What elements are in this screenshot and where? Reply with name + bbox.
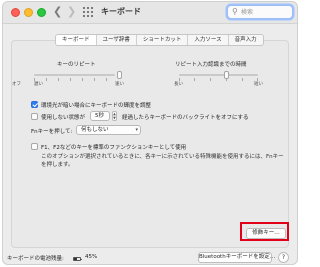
minimize-window-button[interactable] bbox=[24, 8, 33, 17]
fn-key-label: Fnキーを押して: bbox=[31, 129, 73, 135]
adjust-brightness-checkbox[interactable] bbox=[31, 101, 38, 108]
function-keys-checkbox[interactable] bbox=[31, 143, 38, 150]
search-icon: ⚲ bbox=[232, 7, 238, 16]
tab-keyboard[interactable]: キーボード bbox=[56, 35, 97, 45]
key-repeat-tick bbox=[82, 78, 83, 81]
key-repeat-tick bbox=[58, 78, 59, 81]
repeat-delay-slider[interactable] bbox=[179, 74, 258, 76]
function-keys-description-line-1: このオプションが選択されているときに、各キーに示されている特殊機能を使用するには… bbox=[41, 154, 284, 160]
close-window-button[interactable] bbox=[11, 8, 20, 17]
repeat-delay-title: リピート入力認識までの時間 bbox=[175, 62, 247, 68]
backlight-duration-stepper[interactable]: ▲ ▼ bbox=[112, 111, 117, 121]
window-title: キーボード bbox=[101, 7, 141, 16]
repeat-delay-scale-short: 短い bbox=[254, 82, 263, 87]
battery-label: キーボードの電池残量: bbox=[7, 256, 64, 262]
search-input[interactable] bbox=[241, 7, 289, 17]
battery-icon bbox=[73, 257, 82, 261]
chevron-down-icon: ▾ bbox=[135, 127, 138, 133]
key-repeat-tick bbox=[70, 78, 71, 81]
title-bar: ❮ ❯ キーボード ⚲ bbox=[3, 2, 297, 24]
back-chevron-icon[interactable]: ❮ bbox=[53, 5, 62, 19]
bluetooth-keyboard-setup-button[interactable]: Bluetoothキーボードを設定… bbox=[198, 252, 275, 263]
tab-shortcuts[interactable]: ショートカット bbox=[137, 35, 189, 45]
key-repeat-scale-fast: 速い bbox=[115, 82, 124, 87]
forward-chevron-icon[interactable]: ❯ bbox=[67, 5, 76, 19]
settings-pane: キーのリピート オフ 遅い 速い リピート入力認識までの時間 長い 短い 環境光… bbox=[11, 40, 289, 248]
tab-input-sources[interactable]: 入力ソース bbox=[188, 35, 229, 45]
key-repeat-tick bbox=[46, 78, 47, 81]
search-field[interactable]: ⚲ bbox=[227, 5, 293, 19]
repeat-delay-slider-knob[interactable] bbox=[224, 71, 229, 79]
battery-level: 45% bbox=[85, 254, 98, 260]
modifier-keys-highlight-box bbox=[240, 222, 289, 241]
key-repeat-scale-slow: 遅い bbox=[34, 82, 43, 87]
backlight-duration-value: 5秒 bbox=[95, 113, 104, 119]
show-all-grid-icon[interactable] bbox=[83, 7, 94, 18]
key-repeat-tick bbox=[106, 78, 107, 81]
function-keys-label: F1、F2などのキーを標準のファンクションキーとして使用 bbox=[41, 145, 187, 151]
repeat-delay-scale-long: 長い bbox=[174, 82, 183, 87]
key-repeat-slider-knob[interactable] bbox=[117, 71, 122, 79]
backlight-off-label-before: 使用しない状態が bbox=[41, 115, 86, 121]
repeat-delay-tick bbox=[210, 78, 211, 81]
backlight-off-checkbox[interactable] bbox=[31, 113, 38, 120]
fn-key-select[interactable]: 何もしない ▾ bbox=[76, 125, 141, 135]
tab-user-dictionary[interactable]: ユーザ辞書 bbox=[97, 35, 137, 45]
repeat-delay-tick bbox=[242, 78, 243, 81]
function-keys-description-line-2: を押します。 bbox=[41, 162, 74, 168]
fn-key-value: 何もしない bbox=[81, 127, 109, 133]
zoom-window-button[interactable] bbox=[37, 8, 46, 17]
key-repeat-tick bbox=[94, 78, 95, 81]
key-repeat-scale-off: オフ bbox=[12, 82, 21, 87]
key-repeat-title: キーのリピート bbox=[57, 62, 96, 68]
repeat-delay-tick bbox=[194, 78, 195, 81]
backlight-off-label-after: 経過したらキーボードのバックライトをオフにする bbox=[122, 115, 249, 121]
backlight-duration-select[interactable]: 5秒 bbox=[90, 111, 110, 121]
key-repeat-slider[interactable] bbox=[34, 74, 115, 76]
help-button[interactable]: ? bbox=[278, 252, 289, 263]
tab-bar: キーボード ユーザ辞書 ショートカット 入力ソース 音声入力 bbox=[55, 34, 264, 46]
tab-dictation[interactable]: 音声入力 bbox=[229, 35, 263, 45]
adjust-brightness-label: 環境光が暗い場合にキーボードの輝度を調整 bbox=[41, 103, 152, 109]
